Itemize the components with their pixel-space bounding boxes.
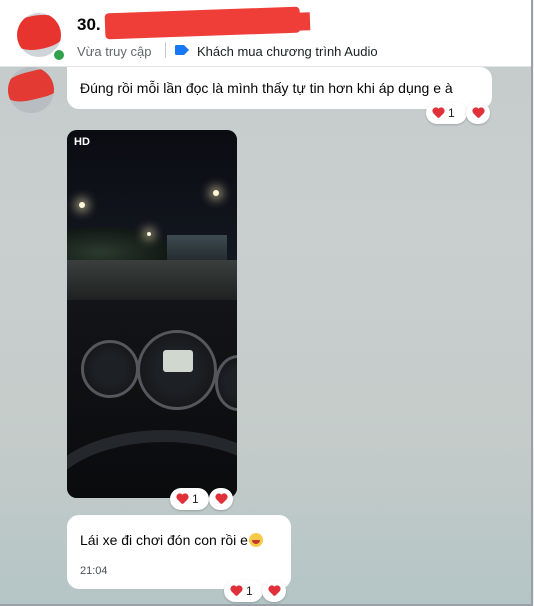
heart-icon (268, 586, 280, 597)
react-button[interactable] (209, 488, 233, 510)
grinning-face-icon (248, 533, 263, 547)
video-attachment[interactable]: HD (67, 130, 237, 498)
redaction-mark (104, 6, 301, 40)
customer-label[interactable]: Khách mua chương trình Audio (197, 44, 378, 59)
heart-icon (215, 494, 227, 505)
chat-header: 30. Vừa truy cập Khách mua chương trình … (0, 0, 531, 67)
street-light (213, 190, 219, 196)
reaction-summary[interactable]: 1 (170, 488, 209, 510)
label-tag-icon (175, 45, 189, 55)
reaction-count: 1 (246, 584, 253, 598)
react-button[interactable] (262, 580, 286, 602)
react-button[interactable] (466, 102, 490, 124)
online-status-dot (52, 48, 66, 62)
message-bubble[interactable]: Lái xe đi chơi đón con rồi e 21:04 (67, 515, 291, 589)
heart-icon (176, 494, 188, 505)
heart-icon (472, 108, 484, 119)
message-text-body: Lái xe đi chơi đón con rồi e (80, 532, 248, 548)
message-list[interactable]: Đúng rồi mỗi lần đọc là mình thấy tự tin… (0, 67, 531, 604)
message-bubble[interactable]: Đúng rồi mỗi lần đọc là mình thấy tự tin… (67, 67, 492, 109)
reaction-count: 1 (192, 492, 199, 506)
street-light (79, 202, 85, 208)
message-text: Đúng rồi mỗi lần đọc là mình thấy tự tin… (80, 80, 453, 96)
reaction-summary[interactable]: 1 (426, 102, 467, 124)
reaction-summary[interactable]: 1 (224, 580, 263, 602)
sender-avatar[interactable] (8, 67, 54, 113)
gauge-display (163, 350, 193, 372)
video-scene-road (67, 260, 237, 305)
heart-icon (230, 586, 242, 597)
message-text: Lái xe đi chơi đón con rồi e (80, 532, 263, 548)
hd-badge: HD (74, 136, 90, 148)
heart-icon (432, 108, 444, 119)
redaction-mark (8, 67, 54, 106)
gauge (81, 340, 139, 398)
street-light (147, 232, 151, 236)
reaction-count: 1 (448, 106, 455, 120)
contact-name[interactable]: 30. (77, 15, 101, 35)
chat-window: 30. Vừa truy cập Khách mua chương trình … (0, 0, 533, 606)
presence-status: Vừa truy cập (77, 44, 152, 59)
divider (165, 42, 166, 58)
message-time: 21:04 (80, 565, 108, 577)
